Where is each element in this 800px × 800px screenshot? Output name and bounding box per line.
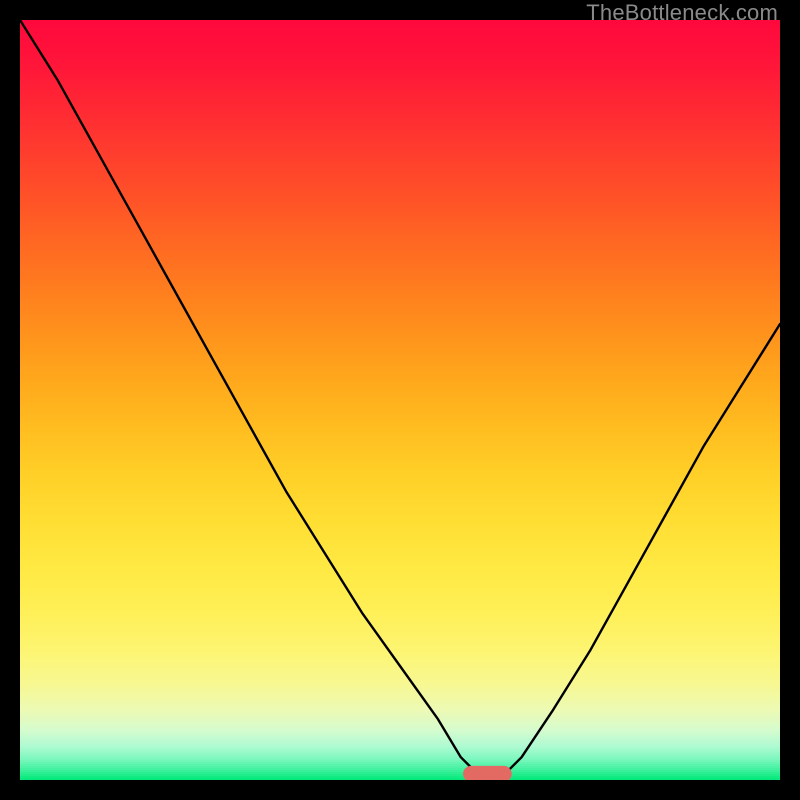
watermark-text: TheBottleneck.com <box>586 0 778 26</box>
chart-frame: TheBottleneck.com <box>0 0 800 800</box>
plot-area <box>20 20 780 780</box>
gradient-band <box>20 778 780 780</box>
